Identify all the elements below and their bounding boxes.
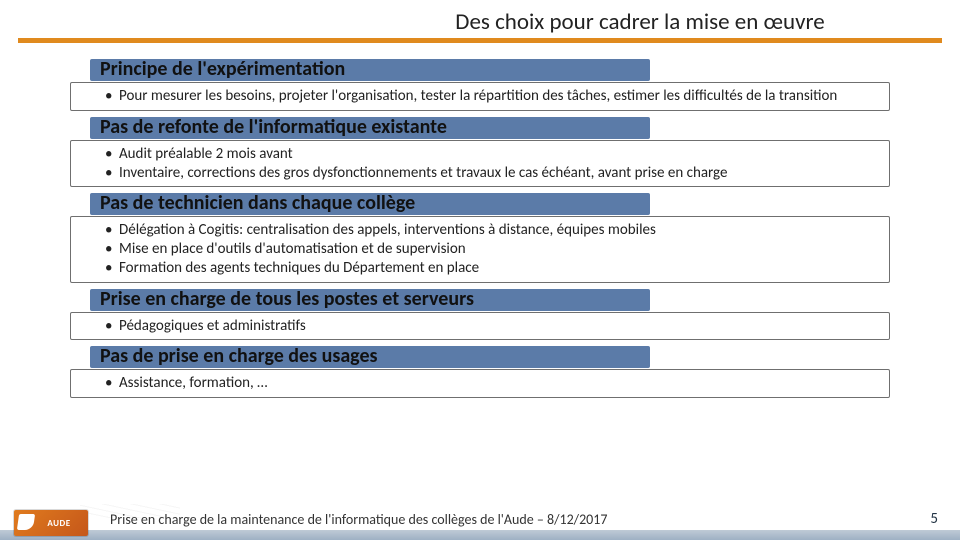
bullet-dot-icon: • — [105, 240, 119, 259]
bullet-dot-icon: • — [105, 145, 119, 164]
bullet-dot-icon: • — [105, 87, 119, 106]
slide-header: Des choix pour cadrer la mise en œuvre — [0, 0, 960, 43]
slide-footer: AUDE Prise en charge de la maintenance d… — [0, 502, 960, 540]
bullet-dot-icon: • — [105, 374, 119, 393]
section-block: Pas de refonte de l'informatique existan… — [70, 115, 890, 188]
section-heading: Pas de refonte de l'informatique existan… — [100, 115, 447, 139]
section-heading-row: Prise en charge de tous les postes et se… — [70, 287, 890, 313]
bullet-text: Inventaire, corrections des gros dysfonc… — [119, 164, 727, 183]
section-heading: Pas de technicien dans chaque collège — [100, 191, 415, 215]
page-number: 5 — [930, 510, 938, 528]
footer-caption: Prise en charge de la maintenance de l'i… — [110, 511, 607, 528]
bullet-text: Assistance, formation, … — [119, 374, 267, 393]
slide-content: Principe de l'expérimentation•Pour mesur… — [0, 43, 960, 398]
bullet-dot-icon: • — [105, 259, 119, 278]
section-block: Principe de l'expérimentation •Pour mesur… — [70, 57, 890, 111]
section-block: Pas de technicien dans chaque collège •Dé… — [70, 191, 890, 282]
section-block: Prise en charge de tous les postes et se… — [70, 287, 890, 341]
bullet-item: •Pédagogiques et administratifs — [105, 317, 879, 336]
slide-title: Des choix pour cadrer la mise en œuvre — [0, 8, 960, 38]
section-heading: Principe de l'expérimentation — [100, 57, 345, 81]
section-block: Pas de prise en charge des usages •Assist… — [70, 344, 890, 398]
bullet-item: •Formation des agents techniques du Dépa… — [105, 259, 879, 278]
bullet-item: •Mise en place d'outils d'automatisation… — [105, 240, 879, 259]
section-heading-row: Pas de technicien dans chaque collège — [70, 191, 890, 217]
bullet-dot-icon: • — [105, 164, 119, 183]
bullet-text: Formation des agents techniques du Dépar… — [119, 259, 479, 278]
section-heading-row: Pas de refonte de l'informatique existan… — [70, 115, 890, 141]
section-body: •Audit préalable 2 mois avant•Inventaire… — [70, 140, 890, 188]
bullet-item: •Assistance, formation, … — [105, 374, 879, 393]
section-body: •Pédagogiques et administratifs — [70, 312, 890, 341]
section-heading: Pas de prise en charge des usages — [100, 344, 378, 368]
bullet-dot-icon: • — [105, 317, 119, 336]
bullet-text: Audit préalable 2 mois avant — [119, 145, 293, 164]
dept-logo: AUDE — [14, 510, 88, 536]
bullet-item: •Délégation à Cogitis: centralisation de… — [105, 221, 879, 240]
bullet-item: •Pour mesurer les besoins, projeter l'or… — [105, 87, 879, 106]
section-heading-row: Pas de prise en charge des usages — [70, 344, 890, 370]
section-body: •Pour mesurer les besoins, projeter l'or… — [70, 82, 890, 111]
footer-strip — [0, 530, 960, 540]
bullet-item: •Audit préalable 2 mois avant — [105, 145, 879, 164]
bullet-text: Mise en place d'outils d'automatisation … — [119, 240, 466, 259]
section-heading-row: Principe de l'expérimentation — [70, 57, 890, 83]
bullet-dot-icon: • — [105, 221, 119, 240]
logo-text: AUDE — [47, 518, 70, 529]
bullet-text: Pédagogiques et administratifs — [119, 317, 306, 336]
bullet-item: •Inventaire, corrections des gros dysfon… — [105, 164, 879, 183]
bullet-text: Délégation à Cogitis: centralisation des… — [119, 221, 656, 240]
section-heading: Prise en charge de tous les postes et se… — [100, 287, 474, 311]
bullet-text: Pour mesurer les besoins, projeter l'org… — [119, 87, 837, 106]
section-body: •Délégation à Cogitis: centralisation de… — [70, 216, 890, 282]
section-body: •Assistance, formation, … — [70, 369, 890, 398]
